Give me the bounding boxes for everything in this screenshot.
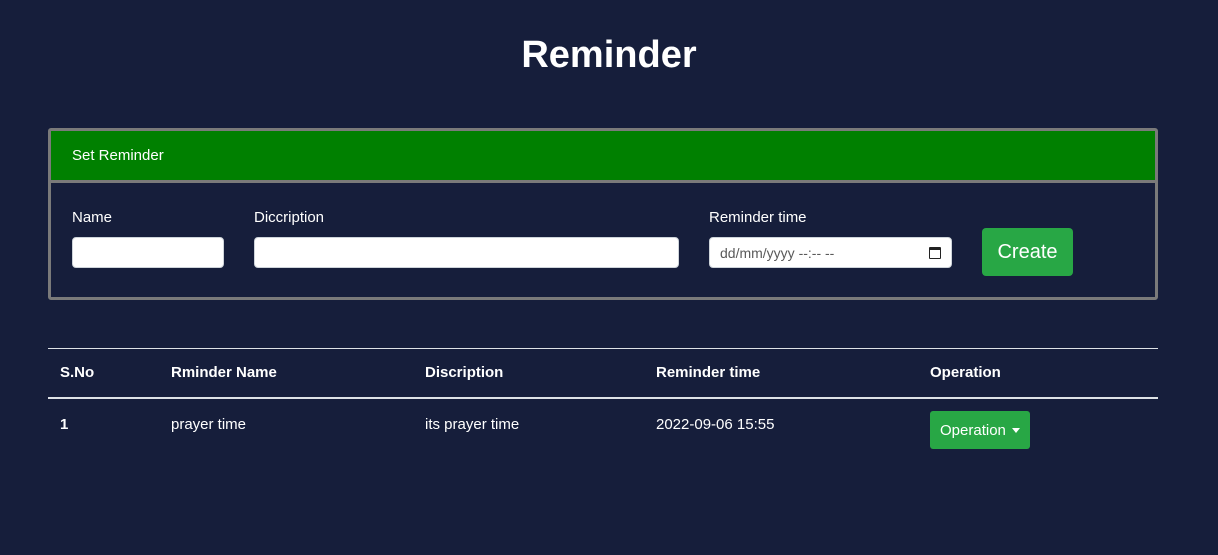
page-title: Reminder	[521, 34, 697, 76]
reminder-table-wrap: S.No Rminder Name Discription Reminder t…	[48, 348, 1158, 450]
card-header-title: Set Reminder	[72, 147, 164, 164]
table-row: 1 prayer time its prayer time 2022-09-06…	[48, 398, 1158, 450]
create-button[interactable]: Create	[982, 228, 1073, 276]
description-label: Diccription	[254, 209, 325, 226]
row-operation-cell: Operation	[918, 398, 1158, 450]
header-operation: Operation	[930, 364, 1001, 382]
row-sno: 1	[60, 415, 69, 433]
name-label: Name	[72, 209, 113, 226]
card-header: Set Reminder	[51, 131, 1155, 183]
row-reminder-time: 2022-09-06 15:55	[656, 415, 775, 433]
name-input[interactable]	[72, 237, 224, 268]
reminder-table: S.No Rminder Name Discription Reminder t…	[48, 348, 1158, 450]
reminder-time-placeholder: dd/mm/yyyy --:-- --	[720, 244, 835, 261]
header-reminder-name: Rminder Name	[171, 364, 277, 382]
header-reminder-time: Reminder time	[656, 364, 761, 382]
reminder-time-label: Reminder time	[709, 209, 807, 226]
header-description: Discription	[425, 364, 504, 382]
card-body: Name Diccription Reminder time dd/mm/yyy…	[51, 183, 1155, 297]
caret-down-icon	[1011, 427, 1020, 433]
reminder-time-input[interactable]: dd/mm/yyyy --:-- --	[709, 237, 952, 268]
header-sno: S.No	[60, 364, 95, 382]
page: Reminder Set Reminder Name Diccription R…	[0, 0, 1218, 555]
operation-dropdown-button[interactable]: Operation	[930, 411, 1030, 449]
row-reminder-name: prayer time	[171, 415, 247, 433]
row-description: its prayer time	[425, 415, 520, 433]
table-header-row: S.No Rminder Name Discription Reminder t…	[48, 348, 1158, 398]
operation-label: Operation	[940, 421, 1006, 439]
calendar-icon[interactable]	[929, 246, 941, 259]
set-reminder-card: Set Reminder Name Diccription Reminder t…	[48, 128, 1158, 300]
description-input[interactable]	[254, 237, 679, 268]
